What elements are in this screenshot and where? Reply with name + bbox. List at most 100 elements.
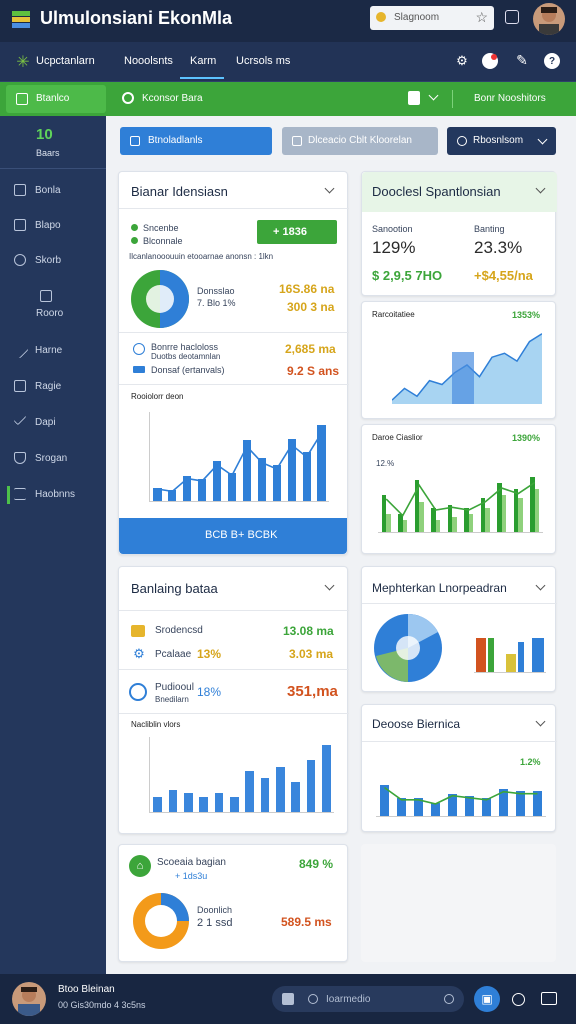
tab-1[interactable]: Ucpctanlarn	[36, 55, 95, 67]
row-label: Bonrre hacloloss	[151, 342, 219, 352]
trend-line-path	[385, 481, 536, 517]
chart-bar	[306, 759, 316, 812]
chevron-down-icon[interactable]	[428, 90, 439, 101]
card-divider	[119, 610, 349, 611]
refresh-icon	[14, 254, 26, 266]
search-dropdown-button[interactable]: Rbosnlsom	[447, 127, 556, 155]
row-label: Pcalaae	[155, 649, 192, 660]
column-value: +$4,55/na	[474, 268, 533, 283]
title-search-text: Slagnoom	[394, 12, 440, 23]
app-icon[interactable]: ▣	[474, 986, 500, 1012]
pie-hole	[145, 905, 177, 937]
avatar[interactable]	[533, 3, 565, 35]
card-title: Rarcoitatiee	[372, 310, 415, 319]
sidebar-item-6[interactable]: Dapi	[8, 412, 98, 434]
trend-line	[157, 432, 323, 493]
card-area: Rarcoitatiee 1353%	[361, 301, 556, 419]
axis-label: 12.%	[376, 459, 395, 468]
sidebar-stat-value: 10	[36, 126, 53, 143]
row-sublabel: Duotbs deotamnlan	[151, 352, 221, 361]
primary-action-label: BCB B+ BCBK	[205, 529, 278, 541]
nav-bar: ✳ Ucpctanlarn Nooolsnts Karm Ucrsols ms …	[0, 42, 576, 82]
sidebar-item-5[interactable]: Ragie	[8, 376, 98, 398]
row-value: 13.08 ma	[283, 624, 334, 638]
card-badge: 1390%	[512, 433, 541, 443]
chart-title: Rooiolorr deon	[131, 392, 184, 401]
sidebar-item-label: Blapo	[35, 220, 61, 231]
row-label: Donsaf (ertanvals)	[151, 365, 225, 375]
sidebar-item-8[interactable]: Haobnns	[8, 484, 98, 506]
growth-badge: + 1836	[257, 220, 337, 244]
sidebar: 10 Baars Bonla Blapo Skorb Rooro Harne R…	[0, 116, 106, 974]
circle-icon[interactable]	[512, 993, 525, 1006]
column-label: Sanootion	[372, 224, 413, 234]
chevron-down-icon[interactable]	[324, 580, 335, 591]
chevron-down-icon	[537, 134, 548, 145]
card-banking: Banlaing bataa Srodencsd 13.08 ma ⚙ Pcal…	[118, 566, 349, 834]
sidebar-divider	[0, 168, 106, 169]
chart-title: Nacliblin vlors	[131, 720, 181, 729]
card-binary: Bianar Idensiasn Sncenbe Blconnale + 183…	[118, 171, 349, 555]
sidebar-item-3[interactable]: Rooro	[8, 286, 98, 322]
chevron-down-icon[interactable]	[535, 716, 546, 727]
green-left-tab[interactable]: Btanlco	[6, 85, 106, 113]
lock-icon	[376, 12, 386, 22]
pencil-icon	[11, 341, 29, 359]
sidebar-stat-label: Baars	[36, 148, 60, 158]
tab-4[interactable]: Ucrsols ms	[236, 55, 290, 67]
card-pct: 1.2%	[520, 757, 541, 767]
shield-icon	[14, 452, 26, 464]
tab-3[interactable]: Karm	[190, 55, 216, 67]
sidebar-item-label: Rooro	[36, 308, 64, 319]
sidebar-item-0[interactable]: Bonla	[8, 180, 98, 202]
search-dropdown-label: Rbosnlsom	[473, 135, 524, 146]
footer-search[interactable]: Ioarmedio	[272, 986, 464, 1012]
title-search-box[interactable]: Slagnoom ☆	[370, 6, 494, 30]
primary-button[interactable]: Btnoladlanls	[120, 127, 272, 155]
chevron-down-icon[interactable]	[535, 580, 546, 591]
sidebar-item-7[interactable]: Srogan	[8, 448, 98, 470]
sidebar-item-1[interactable]: Blapo	[8, 215, 98, 237]
settings-icon[interactable]: ⚙	[455, 53, 469, 68]
help-icon[interactable]: ?	[544, 53, 560, 69]
card-caption: Ilcanlanooouuin etooarnae anonsn : 1lkn	[129, 252, 274, 261]
empty-panel	[361, 844, 556, 962]
image-icon	[40, 290, 52, 302]
tools-icon[interactable]: ✎	[514, 52, 530, 68]
pie-value: 300 3 na	[287, 300, 335, 314]
doc-icon	[130, 136, 140, 146]
hand-icon	[14, 219, 26, 231]
bar	[518, 642, 524, 672]
clear-icon[interactable]	[444, 994, 454, 1004]
secondary-button[interactable]: Dlceacio Cblt Kloorelan	[282, 127, 438, 155]
sidebar-item-4[interactable]: Harne	[8, 340, 98, 362]
card-divider	[119, 713, 349, 714]
primary-action-button[interactable]: BCB B+ BCBK	[119, 518, 347, 554]
sidebar-item-label: Skorb	[35, 255, 62, 266]
clipboard-icon[interactable]	[408, 91, 420, 105]
chevron-down-icon[interactable]	[324, 183, 335, 194]
green-right-label[interactable]: Bonr Nooshitors	[474, 93, 546, 104]
check-icon	[13, 412, 27, 426]
chart-bar	[276, 767, 285, 812]
pie-label: 2 1 ssd	[197, 917, 233, 929]
secondary-button-label: Dlceacio Cblt Kloorelan	[308, 135, 412, 146]
chart-bar	[245, 770, 254, 812]
bar-chart-2	[378, 471, 543, 533]
cart-icon: ⌂	[129, 855, 151, 877]
chart-bar	[214, 793, 224, 812]
row-pct: 18%	[197, 685, 222, 699]
footer-bar: Btoo Bleinan 00 Gis30mdo 4 3c5ns Ioarmed…	[0, 974, 576, 1024]
window-icon[interactable]	[505, 10, 519, 24]
green-search-label[interactable]: Kconsor Bara	[142, 93, 203, 104]
search-icon	[122, 92, 134, 104]
notification-icon[interactable]	[482, 53, 498, 69]
sidebar-item-2[interactable]: Skorb	[8, 250, 98, 272]
card-title: Scoeaia bagian	[157, 857, 226, 868]
chat-icon[interactable]	[541, 992, 557, 1005]
star-icon[interactable]: ☆	[475, 9, 488, 26]
avatar[interactable]	[12, 982, 46, 1016]
list-icon	[14, 488, 26, 500]
tab-2[interactable]: Nooolsnts	[124, 55, 173, 67]
row-value: 351,ma	[287, 683, 338, 700]
